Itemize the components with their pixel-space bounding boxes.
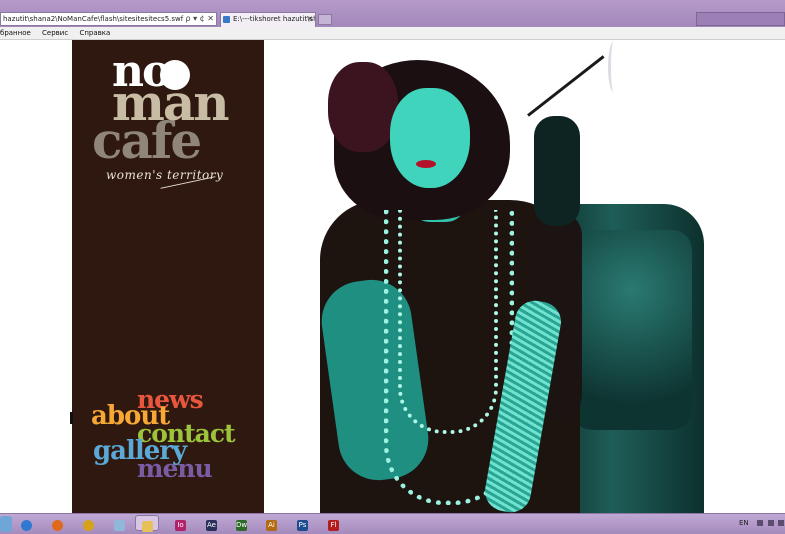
tray-icon-2[interactable] [768, 520, 774, 526]
browser-tab[interactable]: E:\---tikshoret hazutit\shan... ✕ [220, 12, 316, 27]
tray-icon-3[interactable] [778, 520, 784, 526]
page-content: no man cafe women's territory news about… [0, 40, 785, 516]
taskbar-aftereffects[interactable]: Ae [198, 515, 226, 531]
tab-close-icon[interactable]: ✕ [307, 13, 313, 26]
tray-icon-1[interactable] [757, 520, 763, 526]
cigarette-holder [527, 55, 605, 117]
firefox-icon [52, 520, 63, 531]
taskbar-illustrator[interactable]: Ai [258, 515, 286, 531]
photoshop-icon: Ps [297, 520, 308, 531]
explorer-icon [142, 521, 153, 532]
hair-flower [328, 62, 398, 152]
menu-item-favorites[interactable]: бранное [0, 29, 31, 37]
address-text: hazutit\shana2\NoManCafe\flash\sitesites… [3, 15, 184, 23]
glove-hand [534, 116, 580, 226]
dreamweaver-icon: Dw [236, 520, 248, 531]
menu-item-help[interactable]: Справка [79, 29, 110, 37]
menu-bar: бранное Сервис Справка [0, 27, 785, 40]
taskbar-app[interactable] [75, 515, 103, 531]
taskbar-indesign[interactable]: Io [167, 515, 195, 531]
taskbar-flash[interactable]: Fl [320, 515, 348, 531]
folder-icon [114, 520, 125, 531]
chair-back [572, 230, 692, 430]
taskbar-ie[interactable] [14, 515, 40, 531]
taskbar-firefox[interactable] [44, 515, 72, 531]
smoke [608, 42, 619, 92]
flash-icon: Fl [328, 520, 339, 531]
language-indicator[interactable]: EN [739, 519, 749, 527]
address-bar[interactable]: hazutit\shana2\NoManCafe\flash\sitesites… [0, 12, 217, 26]
woman-portrait-image [316, 42, 704, 516]
address-actions-icon[interactable]: ρ ▾ ¢ ✕ [185, 13, 214, 25]
pearl-necklace-inner [398, 210, 498, 434]
illustrator-icon: Ai [266, 520, 277, 531]
menu-item-tools[interactable]: Сервис [42, 29, 68, 37]
new-tab-button[interactable] [318, 14, 332, 25]
start-orb-icon[interactable] [0, 516, 12, 532]
lips [416, 160, 436, 168]
logo-cafe: cafe [92, 111, 202, 170]
nav-marker [70, 412, 73, 424]
taskbar-explorer[interactable] [135, 515, 159, 532]
taskbar-folder[interactable] [106, 515, 134, 531]
taskbar-dreamweaver[interactable]: Dw [228, 515, 256, 531]
tab-title: E:\---tikshoret hazutit\shan... [233, 15, 315, 23]
nav-menu-link[interactable]: menu [137, 456, 213, 481]
window-thumbnail [696, 12, 785, 26]
logo-tagline: women's territory [106, 168, 224, 182]
indesign-icon: Io [175, 520, 186, 531]
app-icon [83, 520, 94, 531]
taskbar-photoshop[interactable]: Ps [289, 515, 317, 531]
tab-favicon-icon [223, 16, 230, 23]
face [390, 88, 470, 188]
aftereffects-icon: Ae [206, 520, 217, 531]
ie-icon [21, 520, 32, 531]
